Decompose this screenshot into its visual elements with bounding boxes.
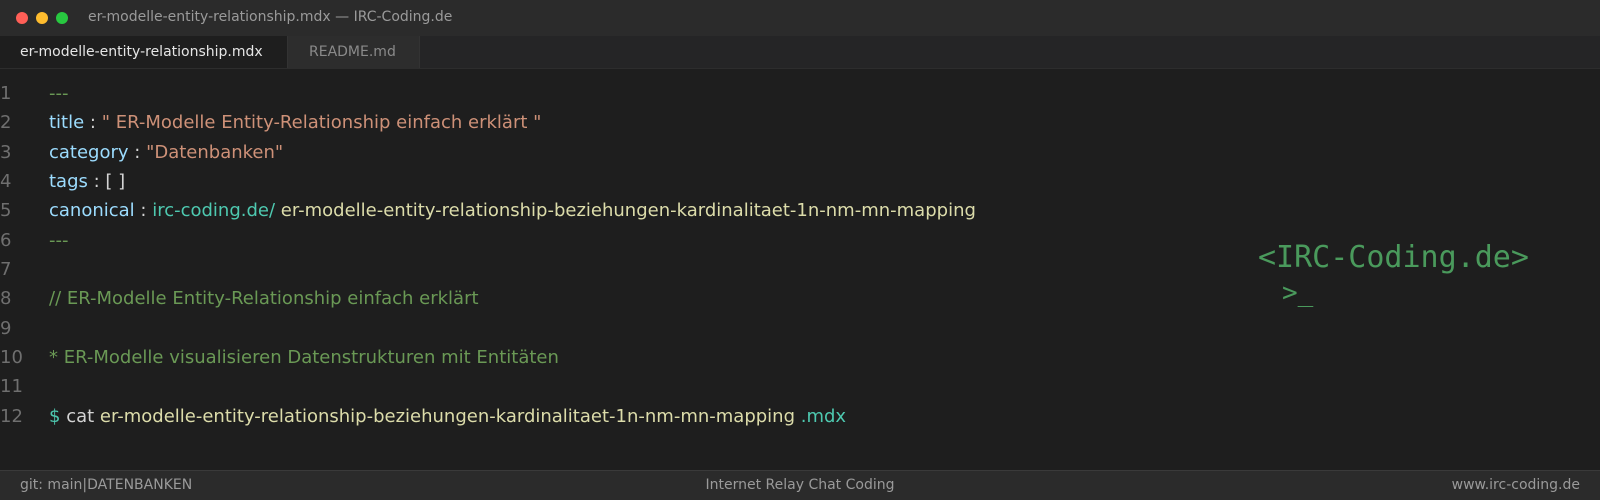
line-number: 1	[0, 83, 12, 104]
canonical-key: canonical	[49, 200, 135, 221]
shell-prompt: $	[49, 406, 61, 427]
line-number: 12	[0, 406, 23, 427]
title-value: " ER-Modelle Entity-Relationship einfach…	[101, 112, 542, 133]
frontmatter-delimiter: ---	[49, 83, 69, 104]
title-key: title	[49, 112, 85, 133]
status-bar: git: main|DATENBANKEN Internet Relay Cha…	[0, 470, 1600, 500]
tags-value: [ ]	[105, 171, 126, 192]
command-file: er-modelle-entity-relationship-beziehung…	[99, 406, 796, 427]
category-key: category	[49, 142, 129, 163]
window-title: er-modelle-entity-relationship.mdx — IRC…	[88, 9, 453, 25]
canonical-domain: irc-coding.de/	[152, 200, 276, 221]
canonical-path: er-modelle-entity-relationship-beziehung…	[280, 200, 976, 221]
terminal-prompt-icon: >_	[1282, 278, 1314, 308]
status-center: Internet Relay Chat Coding	[705, 477, 895, 493]
tags-key: tags	[49, 171, 88, 192]
line-number: 8	[0, 288, 12, 309]
key-separator: :	[87, 171, 106, 192]
line-number: 11	[0, 376, 23, 397]
line-number: 10	[0, 347, 23, 368]
tab-bar: er-modelle-entity-relationship.mdx READM…	[0, 36, 1600, 69]
line-number: 2	[0, 112, 12, 133]
tab-er-modelle[interactable]: er-modelle-entity-relationship.mdx	[0, 36, 288, 68]
minimize-window-button[interactable]	[36, 12, 48, 24]
key-separator: :	[84, 112, 102, 133]
close-window-button[interactable]	[16, 12, 28, 24]
bullet-line: * ER-Modelle visualisieren Datenstruktur…	[49, 347, 559, 368]
line-number: 6	[0, 230, 12, 251]
line-number: 5	[0, 200, 12, 221]
line-number: 9	[0, 318, 12, 339]
maximize-window-button[interactable]	[56, 12, 68, 24]
key-separator: :	[134, 200, 153, 221]
tab-readme[interactable]: README.md	[288, 36, 420, 68]
line-number: 4	[0, 171, 12, 192]
line-number: 7	[0, 259, 12, 280]
title-bar: er-modelle-entity-relationship.mdx — IRC…	[0, 0, 1600, 36]
status-website[interactable]: www.irc-coding.de	[1452, 471, 1580, 500]
command-extension: .mdx	[800, 406, 847, 427]
line-number: 3	[0, 142, 12, 163]
brand-logo: <IRC-Coding.de>	[1258, 240, 1529, 275]
comment-line: // ER-Modelle Entity-Relationship einfac…	[49, 288, 479, 309]
category-value: "Datenbanken"	[146, 142, 284, 163]
key-separator: :	[128, 142, 147, 163]
command-name: cat	[66, 406, 95, 427]
frontmatter-delimiter: ---	[49, 230, 69, 251]
